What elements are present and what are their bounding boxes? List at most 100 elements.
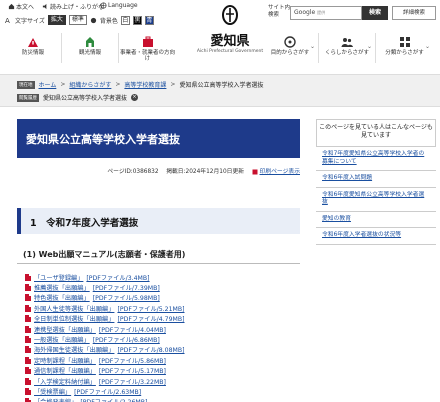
pdf-meta[interactable]: [PDFファイル/7.39MB] — [93, 283, 160, 292]
list-item: 定時制課程「出願編」 [PDFファイル/5.86MB] — [25, 355, 300, 365]
font-standard-button[interactable]: 標準 — [68, 15, 87, 25]
related-page-link[interactable]: 令和7年度愛知県公立高等学校入学者の募集について — [316, 147, 436, 171]
pdf-meta[interactable]: [PDFファイル/5.21MB] — [117, 304, 184, 313]
print-icon — [252, 169, 258, 174]
print-page-link[interactable]: 印刷ページ表示 — [260, 169, 300, 175]
pdf-link[interactable]: 通信制課程「出願編」 — [34, 366, 96, 375]
pdf-meta[interactable]: [PDFファイル/2.26MB] — [80, 397, 147, 402]
pdf-icon — [25, 336, 31, 344]
pdf-meta[interactable]: [PDFファイル/6.86MB] — [93, 335, 160, 344]
skip-to-content-link[interactable]: 本文へ — [8, 2, 34, 11]
pdf-link[interactable]: 「ユーザ登録編」 — [34, 273, 83, 282]
font-size-controls: A 文字サイズ 拡大 標準 背景色 白 黒 青 — [5, 15, 154, 25]
nav-life-search[interactable]: くらしからさがす ⌄ — [319, 33, 376, 63]
related-pages-header: このページを見ている人はこんなページも見ています — [316, 119, 436, 147]
pdf-link[interactable]: 定時制課程「出願編」 — [34, 356, 96, 365]
pdf-icon — [25, 273, 31, 281]
prefecture-emblem-icon — [222, 5, 238, 25]
advanced-search-button[interactable]: 詳細検索 — [392, 6, 436, 20]
pdf-link[interactable]: 「合格発表編」 — [34, 397, 77, 402]
text-size-icon: A — [5, 17, 10, 24]
list-item: 通信制課程「出願編」 [PDFファイル/5.17MB] — [25, 366, 300, 376]
pdf-meta[interactable]: [PDFファイル/4.79MB] — [117, 314, 184, 323]
breadcrumb: 現在地 ホーム > 組織からさがす > 高等学校教育課 > 愛知県公立高等学校入… — [17, 80, 264, 89]
pdf-meta[interactable]: [PDFファイル/5.17MB] — [99, 366, 166, 375]
pdf-link[interactable]: 特色選抜「出願編」 — [34, 293, 90, 302]
chevron-down-icon: ⌄ — [309, 43, 315, 50]
related-page-link[interactable]: 愛知の教育 — [316, 212, 436, 228]
pdf-icon — [25, 325, 31, 333]
pdf-meta[interactable]: [PDFファイル/4.04MB] — [99, 325, 166, 334]
nav-purpose-search[interactable]: 目的からさがす ⌄ — [262, 33, 319, 63]
list-item: 一般選抜「出願編」 [PDFファイル/6.86MB] — [25, 334, 300, 344]
list-item: 「合格発表編」[PDFファイル/2.26MB] — [25, 397, 300, 402]
pdf-icon — [25, 387, 31, 395]
bg-white-button[interactable]: 白 — [120, 15, 130, 25]
pdf-icon — [25, 398, 31, 402]
chevron-down-icon: ⌄ — [366, 43, 372, 50]
nav-category-search[interactable]: 分類からさがす ⌄ — [376, 33, 433, 63]
nav-business[interactable]: 事業者・就業者の方向け — [119, 33, 176, 63]
font-large-button[interactable]: 拡大 — [47, 15, 66, 25]
pdf-link[interactable]: 連携型選抜「出願編」 — [34, 325, 96, 334]
related-page-link[interactable]: 令和6年度愛知県公立高等学校入学者選抜 — [316, 188, 436, 212]
list-item: 外国人生徒等選抜「出願編」 [PDFファイル/5.21MB] — [25, 303, 300, 313]
breadcrumb-home[interactable]: ホーム — [39, 80, 57, 89]
list-item: 「受検票編」 [PDFファイル/2.63MB] — [25, 386, 300, 396]
purpose-search-icon — [284, 36, 296, 48]
list-item: 特色選抜「出願編」 [PDFファイル/5.98MB] — [25, 293, 300, 303]
pdf-icon — [25, 284, 31, 292]
pdf-link[interactable]: 全日制単位制選抜「出願編」 — [34, 314, 114, 323]
pdf-link[interactable]: 海外帰国生徒選抜「出願編」 — [34, 345, 114, 354]
bg-black-button[interactable]: 黒 — [132, 15, 142, 25]
list-item: 推薦選抜「出願編」 [PDFファイル/7.39MB] — [25, 282, 300, 292]
bg-blue-button[interactable]: 青 — [144, 15, 154, 25]
pdf-link[interactable]: 外国人生徒等選抜「出願編」 — [34, 304, 114, 313]
site-logo[interactable]: 愛知県 Aichi Prefectural Government — [195, 5, 265, 55]
business-icon — [142, 36, 153, 47]
pdf-icon — [25, 304, 31, 312]
search-button[interactable]: 検索 — [362, 6, 388, 20]
breadcrumb-division[interactable]: 高等学校教育課 — [124, 80, 166, 89]
page-id: ページID:0386832 — [107, 169, 159, 175]
pdf-link[interactable]: 「受検票編」 — [34, 387, 71, 396]
language-link[interactable]: Language — [100, 2, 138, 9]
tourism-icon — [86, 37, 94, 47]
list-item: 「ユーザ登録編」 [PDFファイル/3.4MB] — [25, 272, 300, 282]
palette-icon — [90, 17, 96, 23]
related-page-link[interactable]: 令和6年度入試問題 — [316, 171, 436, 188]
pdf-link[interactable]: 推薦選抜「出願編」 — [34, 283, 90, 292]
pdf-meta[interactable]: [PDFファイル/2.63MB] — [74, 387, 141, 396]
breadcrumb-current: 愛知県公立高等学校入学者選抜 — [179, 82, 264, 89]
search-input[interactable]: Google 提供 — [290, 6, 362, 20]
page-title: 愛知県公立高等学校入学者選抜 — [17, 119, 300, 158]
speaker-icon — [42, 3, 47, 10]
nav-primary: 防災情報 観光情報 事業者・就業者の方向け — [5, 33, 176, 63]
related-page-link[interactable]: 令和6年度入学者選抜の状況等 — [316, 228, 436, 245]
reading-link[interactable]: 読み上げ・ふりがな — [42, 2, 104, 11]
pdf-icon — [25, 294, 31, 302]
disaster-icon — [28, 38, 38, 47]
close-icon[interactable]: × — [131, 94, 139, 101]
nav-search-methods: 目的からさがす ⌄ くらしからさがす ⌄ 分類からさがす ⌄ — [262, 33, 433, 63]
pdf-meta[interactable]: [PDFファイル/3.22MB] — [99, 377, 166, 386]
nav-tourism[interactable]: 観光情報 — [62, 33, 119, 63]
pdf-icon — [25, 377, 31, 385]
viewed-history-item[interactable]: 愛知県公立高等学校入学者選抜 — [43, 93, 127, 102]
list-item: 連携型選抜「出願編」 [PDFファイル/4.04MB] — [25, 324, 300, 334]
pdf-meta[interactable]: [PDFファイル/5.98MB] — [93, 293, 160, 302]
current-location-tag: 現在地 — [17, 80, 35, 89]
related-pages-sidebar: このページを見ている人はこんなページも見ています 令和7年度愛知県公立高等学校入… — [316, 119, 436, 245]
pdf-meta[interactable]: [PDFファイル/3.4MB] — [86, 273, 149, 282]
pdf-meta[interactable]: [PDFファイル/8.08MB] — [117, 345, 184, 354]
pdf-meta[interactable]: [PDFファイル/5.86MB] — [99, 356, 166, 365]
nav-disaster[interactable]: 防災情報 — [5, 33, 62, 63]
list-item: 「入学検定料納付編」 [PDFファイル/3.22MB] — [25, 376, 300, 386]
section-heading: 1 令和7年度入学者選抜 — [17, 208, 300, 234]
breadcrumb-org[interactable]: 組織からさがす — [69, 80, 111, 89]
pdf-icon — [25, 346, 31, 354]
pdf-link[interactable]: 「入学検定料納付編」 — [34, 377, 96, 386]
subsection-heading: (1) Web出願マニュアル(志願者・保護者用) — [17, 246, 300, 264]
pdf-link[interactable]: 一般選抜「出願編」 — [34, 335, 90, 344]
pdf-file-list: 「ユーザ登録編」 [PDFファイル/3.4MB] 推薦選抜「出願編」 [PDFファイル… — [25, 272, 300, 402]
